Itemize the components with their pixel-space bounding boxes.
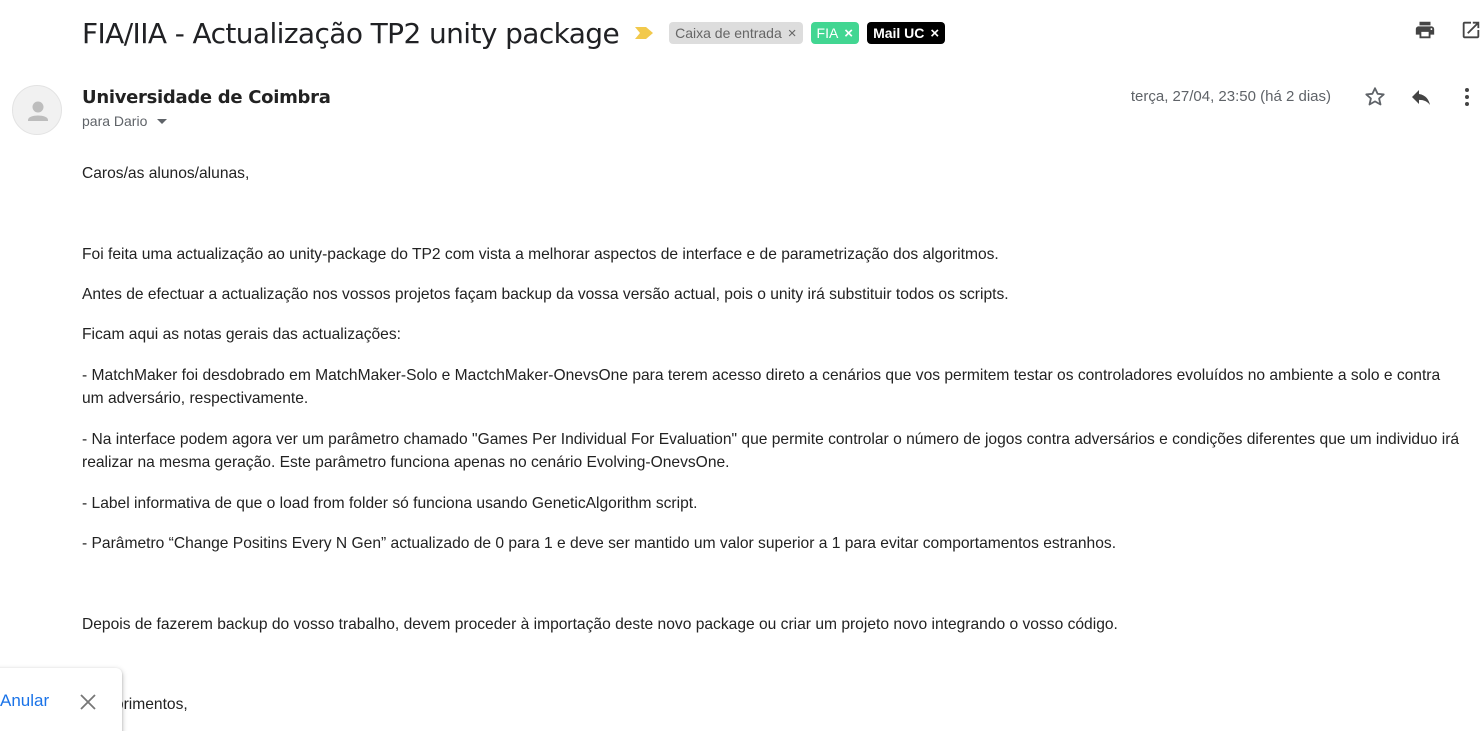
default-avatar-icon[interactable] [12, 85, 62, 135]
remove-label-fia-icon[interactable]: × [844, 26, 853, 41]
label-chip-fia: FIA × [810, 22, 860, 44]
body-paragraph: Depois de fazerem backup do vosso trabal… [82, 616, 1118, 633]
print-icon[interactable] [1413, 18, 1437, 42]
body-paragraph: - Parâmetro “Change Positins Every N Gen… [82, 535, 1117, 552]
message-actions [1363, 85, 1479, 109]
star-icon[interactable] [1363, 85, 1387, 109]
undo-button[interactable]: Anular [0, 691, 49, 711]
body-paragraph: Foi feita uma actualização ao unity-pack… [82, 246, 999, 263]
sender-name[interactable]: Universidade de Coimbra [82, 87, 331, 108]
recipient-line[interactable]: para Dario [82, 113, 168, 129]
label-chip-text: Mail UC [873, 25, 925, 41]
importance-marker-icon[interactable] [633, 26, 655, 40]
body-paragraph: - Label informativa de que o load from f… [82, 495, 698, 512]
body-paragraph: - MatchMaker foi desdobrado em MatchMake… [82, 367, 1441, 407]
body-paragraph: - Na interface podem agora ver um parâme… [82, 431, 1460, 471]
subject-row: FIA/IIA - Actualização TP2 unity package… [82, 14, 946, 52]
email-date: terça, 27/04, 23:50 (há 2 dias) [1130, 88, 1331, 105]
undo-toast: Anular [0, 668, 122, 731]
label-chip-text: Caixa de entrada [675, 25, 782, 41]
email-subject: FIA/IIA - Actualização TP2 unity package [82, 16, 620, 50]
label-chip-inbox: Caixa de entrada × [669, 22, 803, 44]
reply-icon[interactable] [1409, 85, 1433, 109]
remove-label-mail-uc-icon[interactable]: × [930, 26, 939, 41]
body-paragraph: Caros/as alunos/alunas, [82, 165, 250, 182]
close-icon[interactable] [78, 692, 98, 712]
recipient-text: para Dario [82, 113, 148, 129]
label-chip-mail-uc: Mail UC × [867, 22, 946, 44]
open-in-new-window-icon[interactable] [1459, 18, 1483, 42]
body-paragraph: Cumprimentos, [82, 696, 188, 713]
label-chip-text: FIA [816, 25, 839, 41]
body-paragraph: Antes de efectuar a actualização nos vos… [82, 286, 1009, 303]
body-paragraph: Ficam aqui as notas gerais das actualiza… [82, 326, 401, 343]
thread-actions [1413, 18, 1483, 42]
remove-label-inbox-icon[interactable]: × [788, 26, 797, 41]
show-details-chevron-icon[interactable] [157, 118, 168, 124]
more-vertical-icon[interactable] [1455, 85, 1479, 109]
